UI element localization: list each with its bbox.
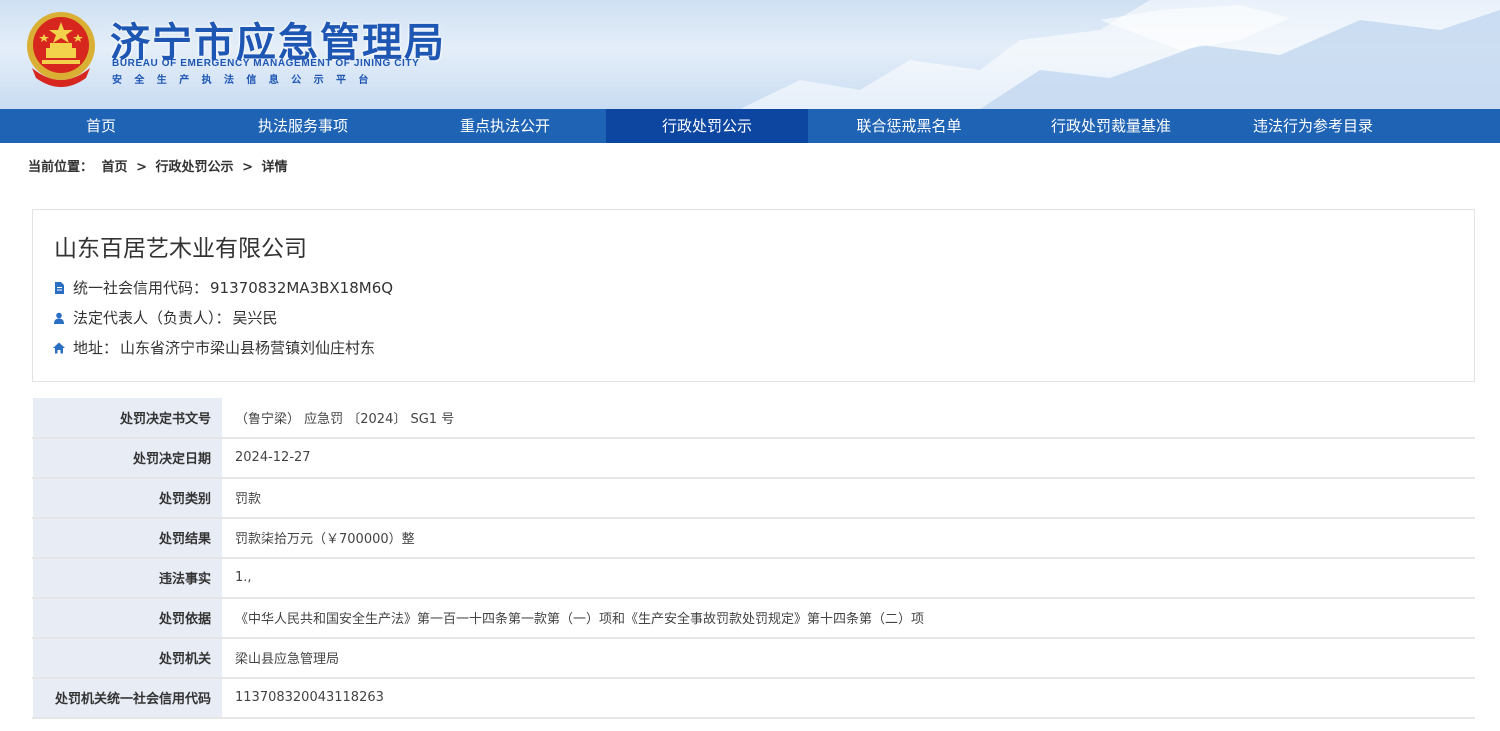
detail-row: 处罚决定日期 2024-12-27 (32, 437, 1475, 479)
site-subtitle-cn: 安全生产执法信息公示平台 (112, 75, 381, 86)
breadcrumb-current: 详情 (261, 160, 288, 175)
detail-row: 处罚机关统一社会信用代码 113708320043118263 (32, 677, 1475, 719)
company-name: 山东百居艺木业有限公司 (54, 236, 307, 262)
detail-key: 违法事实 (32, 557, 223, 599)
nav-item-key-enforcement[interactable]: 重点执法公开 (404, 109, 606, 143)
detail-key: 处罚决定书文号 (32, 397, 223, 439)
nav-item-home[interactable]: 首页 (0, 109, 202, 143)
detail-value: 1., (222, 557, 1475, 599)
breadcrumb-separator: > (242, 160, 253, 175)
detail-key: 处罚机关 (32, 637, 223, 679)
detail-value: （鲁宁梁） 应急罚 〔2024〕 SG1 号 (222, 397, 1475, 439)
nav-item-penalty-disclosure[interactable]: 行政处罚公示 (606, 109, 808, 143)
detail-row: 处罚结果 罚款柒拾万元（￥700000）整 (32, 517, 1475, 559)
address-value: 山东省济宁市梁山县杨营镇刘仙庄村东 (120, 339, 376, 357)
detail-value: 《中华人民共和国安全生产法》第一百一十四条第一款第（一）项和《生产安全事故罚款处… (222, 597, 1475, 639)
detail-value: 梁山县应急管理局 (222, 637, 1475, 679)
map-background-graphic (740, 0, 1500, 109)
breadcrumb-separator: > (136, 160, 147, 175)
credit-code-label: 统一社会信用代码： (73, 279, 209, 297)
address-row: 地址： 山东省济宁市梁山县杨营镇刘仙庄村东 (53, 337, 375, 358)
document-icon (55, 281, 64, 294)
detail-row: 处罚机关 梁山县应急管理局 (32, 637, 1475, 679)
main-nav: 首页 执法服务事项 重点执法公开 行政处罚公示 联合惩戒黑名单 行政处罚裁量基准… (0, 109, 1500, 143)
detail-key: 处罚依据 (32, 597, 223, 639)
detail-key: 处罚决定日期 (32, 437, 223, 479)
user-icon (54, 312, 64, 324)
national-emblem-icon (27, 12, 95, 87)
penalty-detail-table: 处罚决定书文号 （鲁宁梁） 应急罚 〔2024〕 SG1 号处罚决定日期 2024-… (32, 397, 1475, 719)
home-icon (53, 342, 65, 353)
company-card: 山东百居艺木业有限公司 统一社会信用代码： 91370832MA3BX18M6Q… (32, 209, 1475, 382)
detail-key: 处罚类别 (32, 477, 223, 519)
breadcrumb-home[interactable]: 首页 (102, 160, 128, 175)
breadcrumb: 当前位置： 首页 > 行政处罚公示 > 详情 (28, 156, 292, 175)
detail-value: 罚款柒拾万元（￥700000）整 (222, 517, 1475, 559)
detail-row: 处罚依据 《中华人民共和国安全生产法》第一百一十四条第一款第（一）项和《生产安全事… (32, 597, 1475, 639)
nav-item-violation-catalog[interactable]: 违法行为参考目录 (1212, 109, 1414, 143)
address-label: 地址： (73, 339, 119, 357)
detail-row: 违法事实 1., (32, 557, 1475, 599)
detail-key: 处罚机关统一社会信用代码 (32, 677, 223, 719)
header-banner: 济宁市应急管理局 BUREAU OF EMERGENCY MANAGEMENT … (0, 0, 1500, 109)
legal-rep-value: 吴兴民 (232, 309, 278, 327)
site-subtitle-en: BUREAU OF EMERGENCY MANAGEMENT OF JINING… (112, 58, 420, 69)
nav-item-enforcement-services[interactable]: 执法服务事项 (202, 109, 404, 143)
detail-value: 2024-12-27 (222, 437, 1475, 479)
breadcrumb-section[interactable]: 行政处罚公示 (156, 160, 234, 175)
detail-value: 113708320043118263 (222, 677, 1475, 719)
legal-rep-label: 法定代表人（负责人）： (73, 309, 231, 327)
detail-row: 处罚决定书文号 （鲁宁梁） 应急罚 〔2024〕 SG1 号 (32, 397, 1475, 439)
credit-code-value: 91370832MA3BX18M6Q (210, 278, 394, 297)
credit-code-row: 统一社会信用代码： 91370832MA3BX18M6Q (53, 277, 393, 298)
detail-row: 处罚类别 罚款 (32, 477, 1475, 519)
legal-rep-row: 法定代表人（负责人）： 吴兴民 (53, 307, 278, 328)
nav-item-penalty-standards[interactable]: 行政处罚裁量基准 (1010, 109, 1212, 143)
breadcrumb-prefix: 当前位置： (28, 160, 94, 175)
detail-value: 罚款 (222, 477, 1475, 519)
detail-key: 处罚结果 (32, 517, 223, 559)
nav-item-blacklist[interactable]: 联合惩戒黑名单 (808, 109, 1010, 143)
